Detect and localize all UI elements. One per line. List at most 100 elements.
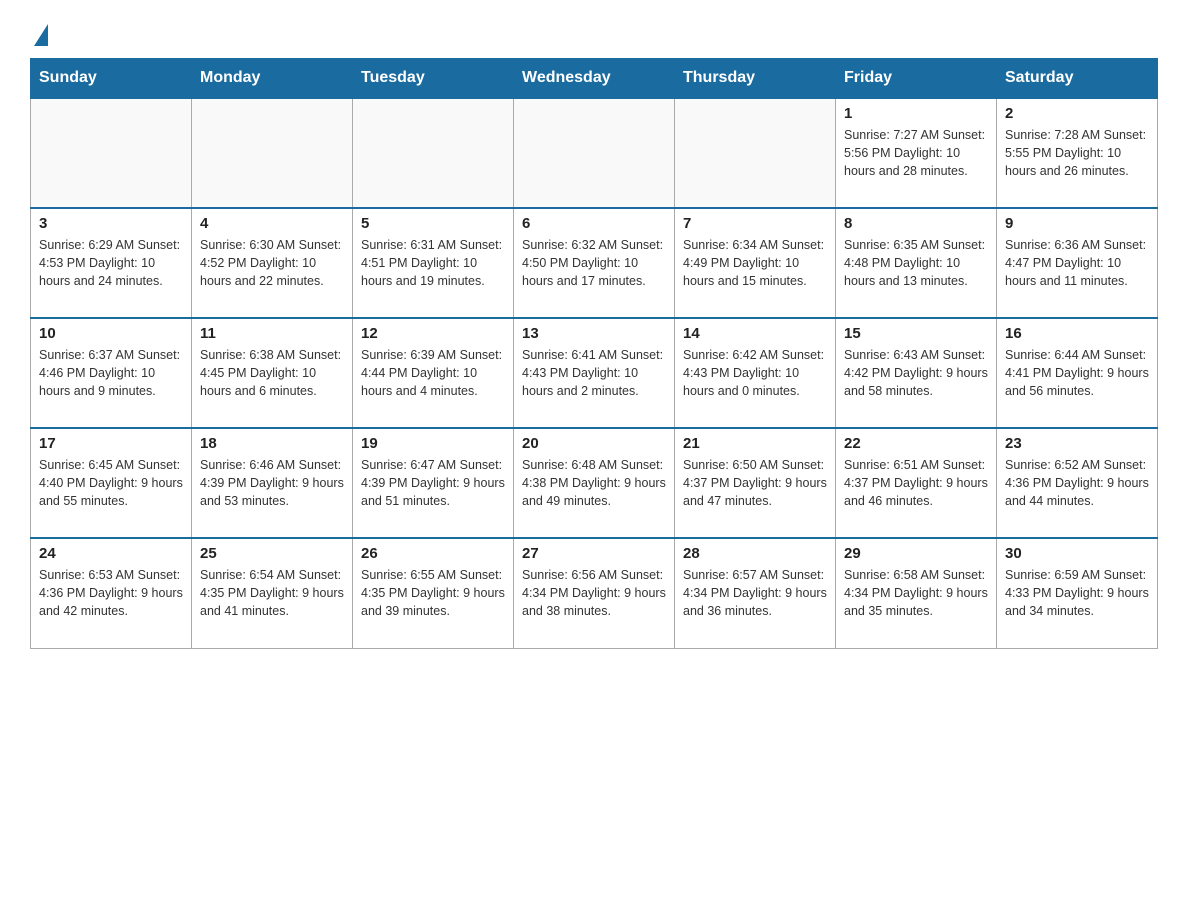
calendar-cell: 12 Sunrise: 6:39 AM Sunset: 4:44 PM Dayli… bbox=[353, 318, 514, 428]
column-header-tuesday: Tuesday bbox=[353, 59, 514, 99]
day-number: 21 bbox=[683, 435, 827, 452]
day-info: Sunrise: 6:57 AM Sunset: 4:34 PM Dayligh… bbox=[683, 566, 827, 620]
calendar-cell: 24 Sunrise: 6:53 AM Sunset: 4:36 PM Dayli… bbox=[31, 538, 192, 648]
calendar-cell bbox=[675, 98, 836, 208]
calendar-week-row: 3 Sunrise: 6:29 AM Sunset: 4:53 PM Daylig… bbox=[31, 208, 1158, 318]
day-number: 8 bbox=[844, 215, 988, 232]
calendar-week-row: 24 Sunrise: 6:53 AM Sunset: 4:36 PM Dayli… bbox=[31, 538, 1158, 648]
day-number: 3 bbox=[39, 215, 183, 232]
calendar-cell: 2Sunrise: 7:28 AM Sunset: 5:55 PM Daylig… bbox=[997, 98, 1158, 208]
day-info: Sunrise: 6:58 AM Sunset: 4:34 PM Dayligh… bbox=[844, 566, 988, 620]
day-number: 24 bbox=[39, 545, 183, 562]
calendar-table: SundayMondayTuesdayWednesdayThursdayFrid… bbox=[30, 58, 1158, 649]
day-info: Sunrise: 6:54 AM Sunset: 4:35 PM Dayligh… bbox=[200, 566, 344, 620]
column-header-monday: Monday bbox=[192, 59, 353, 99]
calendar-cell: 23 Sunrise: 6:52 AM Sunset: 4:36 PM Dayli… bbox=[997, 428, 1158, 538]
calendar-cell: 27 Sunrise: 6:56 AM Sunset: 4:34 PM Dayli… bbox=[514, 538, 675, 648]
day-number: 9 bbox=[1005, 215, 1149, 232]
day-number: 22 bbox=[844, 435, 988, 452]
calendar-week-row: 17 Sunrise: 6:45 AM Sunset: 4:40 PM Dayli… bbox=[31, 428, 1158, 538]
calendar-cell bbox=[514, 98, 675, 208]
calendar-cell: 25 Sunrise: 6:54 AM Sunset: 4:35 PM Dayli… bbox=[192, 538, 353, 648]
day-info: Sunrise: 6:59 AM Sunset: 4:33 PM Dayligh… bbox=[1005, 566, 1149, 620]
calendar-cell: 6 Sunrise: 6:32 AM Sunset: 4:50 PM Daylig… bbox=[514, 208, 675, 318]
day-info: Sunrise: 6:39 AM Sunset: 4:44 PM Dayligh… bbox=[361, 346, 505, 400]
day-number: 14 bbox=[683, 325, 827, 342]
column-header-friday: Friday bbox=[836, 59, 997, 99]
column-header-saturday: Saturday bbox=[997, 59, 1158, 99]
calendar-cell: 26 Sunrise: 6:55 AM Sunset: 4:35 PM Dayli… bbox=[353, 538, 514, 648]
day-number: 19 bbox=[361, 435, 505, 452]
day-number: 18 bbox=[200, 435, 344, 452]
day-info: Sunrise: 6:41 AM Sunset: 4:43 PM Dayligh… bbox=[522, 346, 666, 400]
day-info: Sunrise: 6:36 AM Sunset: 4:47 PM Dayligh… bbox=[1005, 236, 1149, 290]
day-info: Sunrise: 6:31 AM Sunset: 4:51 PM Dayligh… bbox=[361, 236, 505, 290]
day-info: Sunrise: 6:38 AM Sunset: 4:45 PM Dayligh… bbox=[200, 346, 344, 400]
day-number: 1 bbox=[844, 105, 988, 122]
calendar-cell: 28 Sunrise: 6:57 AM Sunset: 4:34 PM Dayli… bbox=[675, 538, 836, 648]
day-info: Sunrise: 6:48 AM Sunset: 4:38 PM Dayligh… bbox=[522, 456, 666, 510]
day-number: 12 bbox=[361, 325, 505, 342]
day-info: Sunrise: 6:55 AM Sunset: 4:35 PM Dayligh… bbox=[361, 566, 505, 620]
day-info: Sunrise: 6:34 AM Sunset: 4:49 PM Dayligh… bbox=[683, 236, 827, 290]
calendar-cell: 17 Sunrise: 6:45 AM Sunset: 4:40 PM Dayli… bbox=[31, 428, 192, 538]
day-number: 26 bbox=[361, 545, 505, 562]
day-info: Sunrise: 7:27 AM Sunset: 5:56 PM Dayligh… bbox=[844, 126, 988, 180]
day-info: Sunrise: 6:51 AM Sunset: 4:37 PM Dayligh… bbox=[844, 456, 988, 510]
day-info: Sunrise: 6:35 AM Sunset: 4:48 PM Dayligh… bbox=[844, 236, 988, 290]
calendar-cell: 19Sunrise: 6:47 AM Sunset: 4:39 PM Dayli… bbox=[353, 428, 514, 538]
calendar-cell bbox=[31, 98, 192, 208]
day-number: 7 bbox=[683, 215, 827, 232]
column-header-sunday: Sunday bbox=[31, 59, 192, 99]
calendar-cell: 10Sunrise: 6:37 AM Sunset: 4:46 PM Dayli… bbox=[31, 318, 192, 428]
calendar-cell bbox=[353, 98, 514, 208]
calendar-cell: 13 Sunrise: 6:41 AM Sunset: 4:43 PM Dayli… bbox=[514, 318, 675, 428]
day-number: 16 bbox=[1005, 325, 1149, 342]
day-number: 29 bbox=[844, 545, 988, 562]
column-header-wednesday: Wednesday bbox=[514, 59, 675, 99]
calendar-week-row: 10Sunrise: 6:37 AM Sunset: 4:46 PM Dayli… bbox=[31, 318, 1158, 428]
day-info: Sunrise: 7:28 AM Sunset: 5:55 PM Dayligh… bbox=[1005, 126, 1149, 180]
calendar-cell: 3 Sunrise: 6:29 AM Sunset: 4:53 PM Daylig… bbox=[31, 208, 192, 318]
column-header-thursday: Thursday bbox=[675, 59, 836, 99]
calendar-cell: 4Sunrise: 6:30 AM Sunset: 4:52 PM Daylig… bbox=[192, 208, 353, 318]
day-info: Sunrise: 6:32 AM Sunset: 4:50 PM Dayligh… bbox=[522, 236, 666, 290]
day-number: 23 bbox=[1005, 435, 1149, 452]
calendar-cell: 18 Sunrise: 6:46 AM Sunset: 4:39 PM Dayli… bbox=[192, 428, 353, 538]
day-info: Sunrise: 6:52 AM Sunset: 4:36 PM Dayligh… bbox=[1005, 456, 1149, 510]
calendar-cell: 1 Sunrise: 7:27 AM Sunset: 5:56 PM Daylig… bbox=[836, 98, 997, 208]
day-number: 6 bbox=[522, 215, 666, 232]
day-number: 4 bbox=[200, 215, 344, 232]
day-number: 11 bbox=[200, 325, 344, 342]
calendar-cell: 7 Sunrise: 6:34 AM Sunset: 4:49 PM Daylig… bbox=[675, 208, 836, 318]
day-number: 27 bbox=[522, 545, 666, 562]
day-number: 17 bbox=[39, 435, 183, 452]
calendar-cell bbox=[192, 98, 353, 208]
calendar-cell: 15 Sunrise: 6:43 AM Sunset: 4:42 PM Dayli… bbox=[836, 318, 997, 428]
calendar-cell: 8 Sunrise: 6:35 AM Sunset: 4:48 PM Daylig… bbox=[836, 208, 997, 318]
day-info: Sunrise: 6:46 AM Sunset: 4:39 PM Dayligh… bbox=[200, 456, 344, 510]
day-info: Sunrise: 6:50 AM Sunset: 4:37 PM Dayligh… bbox=[683, 456, 827, 510]
day-info: Sunrise: 6:42 AM Sunset: 4:43 PM Dayligh… bbox=[683, 346, 827, 400]
day-info: Sunrise: 6:44 AM Sunset: 4:41 PM Dayligh… bbox=[1005, 346, 1149, 400]
day-info: Sunrise: 6:45 AM Sunset: 4:40 PM Dayligh… bbox=[39, 456, 183, 510]
day-info: Sunrise: 6:37 AM Sunset: 4:46 PM Dayligh… bbox=[39, 346, 183, 400]
calendar-week-row: 1 Sunrise: 7:27 AM Sunset: 5:56 PM Daylig… bbox=[31, 98, 1158, 208]
day-number: 13 bbox=[522, 325, 666, 342]
day-number: 20 bbox=[522, 435, 666, 452]
calendar-cell: 14 Sunrise: 6:42 AM Sunset: 4:43 PM Dayli… bbox=[675, 318, 836, 428]
day-info: Sunrise: 6:29 AM Sunset: 4:53 PM Dayligh… bbox=[39, 236, 183, 290]
calendar-cell: 11 Sunrise: 6:38 AM Sunset: 4:45 PM Dayli… bbox=[192, 318, 353, 428]
logo bbox=[30, 20, 48, 40]
calendar-header-row: SundayMondayTuesdayWednesdayThursdayFrid… bbox=[31, 59, 1158, 99]
day-number: 25 bbox=[200, 545, 344, 562]
calendar-cell: 20 Sunrise: 6:48 AM Sunset: 4:38 PM Dayli… bbox=[514, 428, 675, 538]
calendar-cell: 9 Sunrise: 6:36 AM Sunset: 4:47 PM Daylig… bbox=[997, 208, 1158, 318]
page-header bbox=[30, 20, 1158, 40]
calendar-cell: 30Sunrise: 6:59 AM Sunset: 4:33 PM Dayli… bbox=[997, 538, 1158, 648]
day-info: Sunrise: 6:43 AM Sunset: 4:42 PM Dayligh… bbox=[844, 346, 988, 400]
day-info: Sunrise: 6:53 AM Sunset: 4:36 PM Dayligh… bbox=[39, 566, 183, 620]
day-number: 15 bbox=[844, 325, 988, 342]
day-number: 28 bbox=[683, 545, 827, 562]
day-info: Sunrise: 6:56 AM Sunset: 4:34 PM Dayligh… bbox=[522, 566, 666, 620]
